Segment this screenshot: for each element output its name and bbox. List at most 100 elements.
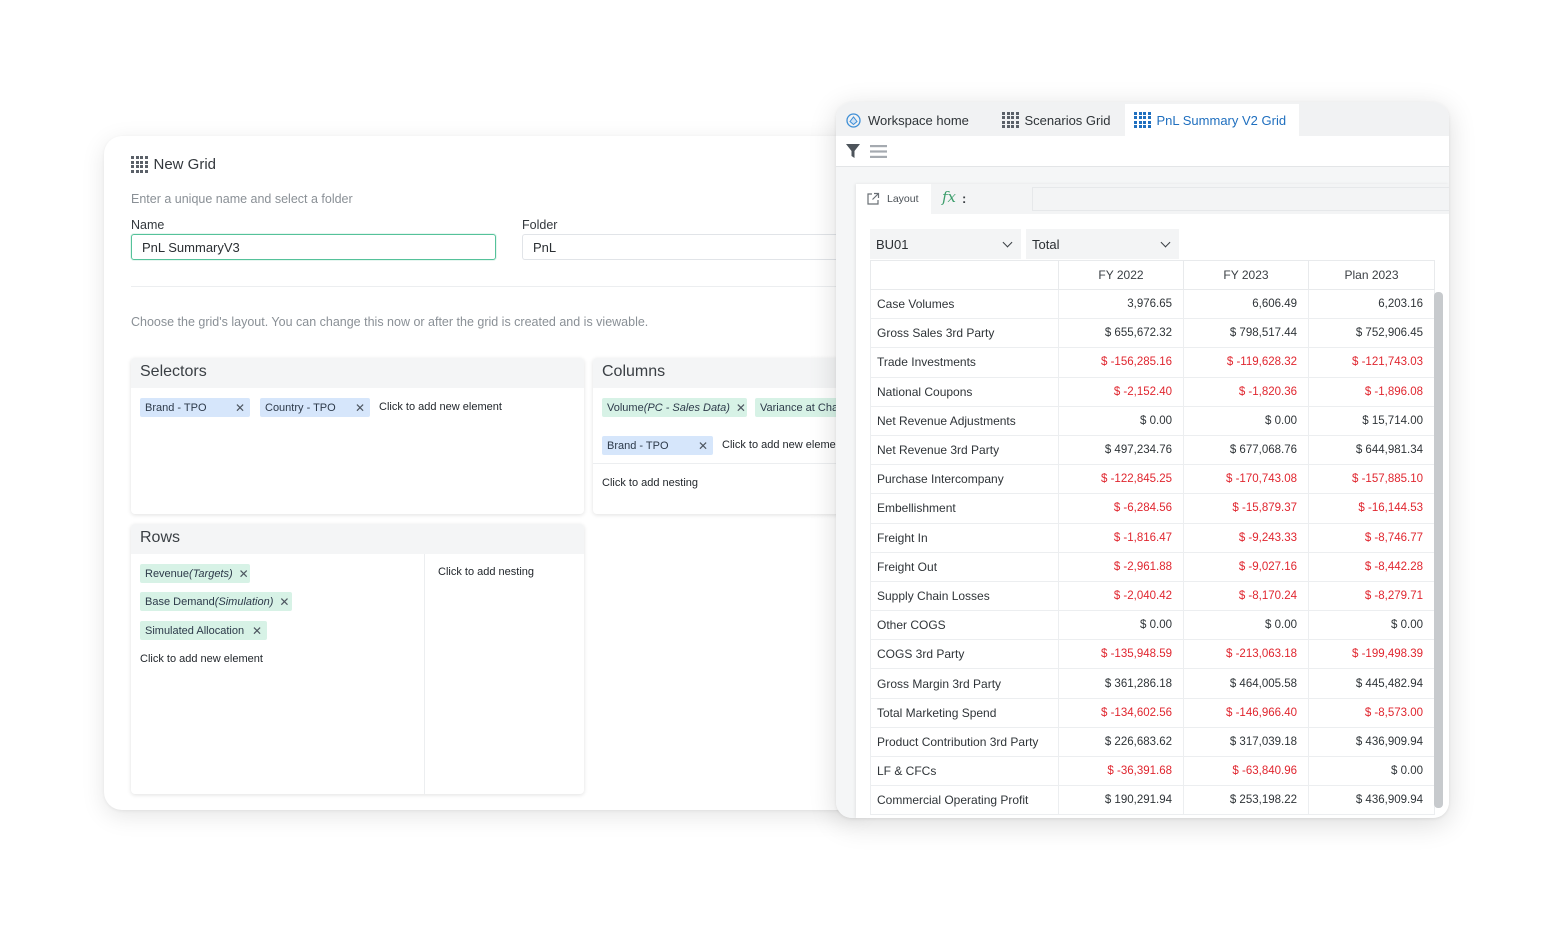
table-cell[interactable]: $ -2,152.40 bbox=[1058, 376, 1184, 407]
row-label[interactable]: COGS 3rd Party bbox=[870, 639, 1059, 670]
table-cell[interactable]: $ -1,816.47 bbox=[1058, 522, 1184, 553]
table-cell[interactable]: $ -8,170.24 bbox=[1183, 580, 1309, 612]
table-cell[interactable]: $ -1,820.36 bbox=[1183, 376, 1309, 407]
folder-input[interactable] bbox=[522, 234, 862, 260]
row-label[interactable]: Gross Sales 3rd Party bbox=[870, 318, 1059, 349]
table-cell[interactable]: $ 0.00 bbox=[1058, 610, 1184, 641]
columns-add-element[interactable]: Click to add new eleme bbox=[722, 439, 836, 451]
row-label[interactable]: LF & CFCs bbox=[870, 755, 1059, 787]
table-cell[interactable]: $ -36,391.68 bbox=[1058, 755, 1184, 787]
close-icon[interactable]: ✕ bbox=[279, 595, 289, 609]
table-cell[interactable]: $ -8,573.00 bbox=[1308, 697, 1435, 728]
table-cell[interactable]: $ 497,234.76 bbox=[1058, 434, 1184, 466]
table-cell[interactable]: $ -8,746.77 bbox=[1308, 522, 1435, 553]
row-chip-simulated-allocation[interactable]: Simulated Allocation ✕ bbox=[140, 621, 267, 640]
rows-add-nesting[interactable]: Click to add nesting bbox=[438, 566, 534, 578]
row-label[interactable]: Case Volumes bbox=[870, 288, 1059, 320]
close-icon[interactable]: ✕ bbox=[698, 439, 708, 453]
row-label[interactable]: Freight In bbox=[870, 522, 1059, 553]
table-cell[interactable]: $ 436,909.94 bbox=[1308, 785, 1435, 816]
rows-add-element[interactable]: Click to add new element bbox=[140, 653, 263, 665]
row-label[interactable]: Purchase Intercompany bbox=[870, 464, 1059, 495]
selectors-add-element[interactable]: Click to add new element bbox=[379, 401, 502, 413]
row-label[interactable]: Freight Out bbox=[870, 551, 1059, 582]
table-cell[interactable]: $ 798,517.44 bbox=[1183, 318, 1309, 349]
column-header[interactable]: FY 2023 bbox=[1183, 260, 1309, 290]
table-cell[interactable]: 6,203.16 bbox=[1308, 288, 1435, 320]
table-cell[interactable]: $ 0.00 bbox=[1308, 755, 1435, 787]
table-cell[interactable]: $ -119,628.32 bbox=[1183, 347, 1309, 378]
selector-chip-brand[interactable]: Brand - TPO ✕ bbox=[140, 398, 250, 417]
table-cell[interactable]: $ 226,683.62 bbox=[1058, 726, 1184, 758]
close-icon[interactable]: ✕ bbox=[239, 567, 249, 581]
close-icon[interactable]: ✕ bbox=[235, 401, 245, 415]
row-label[interactable]: Total Marketing Spend bbox=[870, 697, 1059, 728]
row-chip-base-demand[interactable]: Base Demand(Simulation) ✕ bbox=[140, 592, 292, 611]
table-cell[interactable]: $ -135,948.59 bbox=[1058, 639, 1184, 670]
tab-scenarios-grid[interactable]: Scenarios Grid bbox=[993, 104, 1124, 136]
table-cell[interactable]: $ -213,063.18 bbox=[1183, 639, 1309, 670]
table-cell[interactable]: $ 0.00 bbox=[1183, 405, 1309, 436]
table-cell[interactable]: $ 190,291.94 bbox=[1058, 785, 1184, 816]
row-label[interactable]: Embellishment bbox=[870, 493, 1059, 524]
menu-icon[interactable] bbox=[870, 144, 887, 159]
table-cell[interactable]: $ -9,027.16 bbox=[1183, 551, 1309, 582]
vertical-scrollbar[interactable] bbox=[1434, 292, 1443, 808]
table-cell[interactable]: $ -1,896.08 bbox=[1308, 376, 1435, 407]
row-label[interactable]: Commercial Operating Profit bbox=[870, 785, 1059, 816]
row-label[interactable]: Gross Margin 3rd Party bbox=[870, 668, 1059, 699]
table-cell[interactable]: $ -15,879.37 bbox=[1183, 493, 1309, 524]
table-cell[interactable]: $ 677,068.76 bbox=[1183, 434, 1309, 466]
table-cell[interactable]: $ -8,279.71 bbox=[1308, 580, 1435, 612]
table-cell[interactable]: $ -156,285.16 bbox=[1058, 347, 1184, 378]
table-cell[interactable]: $ 0.00 bbox=[1308, 610, 1435, 641]
column-header[interactable]: Plan 2023 bbox=[1308, 260, 1435, 290]
table-cell[interactable]: $ 436,909.94 bbox=[1308, 726, 1435, 758]
table-cell[interactable]: $ -170,743.08 bbox=[1183, 464, 1309, 495]
filter-icon[interactable] bbox=[845, 143, 861, 160]
tab-pnl-summary-v2-grid[interactable]: PnL Summary V2 Grid bbox=[1125, 104, 1299, 136]
columns-add-nesting[interactable]: Click to add nesting bbox=[602, 477, 698, 489]
row-label[interactable]: Net Revenue 3rd Party bbox=[870, 434, 1059, 466]
table-cell[interactable]: $ -134,602.56 bbox=[1058, 697, 1184, 728]
table-cell[interactable]: $ 317,039.18 bbox=[1183, 726, 1309, 758]
table-cell[interactable]: $ -63,840.96 bbox=[1183, 755, 1309, 787]
tab-workspace-home[interactable]: Workspace home bbox=[836, 104, 986, 136]
table-cell[interactable]: $ 464,005.58 bbox=[1183, 668, 1309, 699]
table-cell[interactable]: 3,976.65 bbox=[1058, 288, 1184, 320]
table-cell[interactable]: $ 0.00 bbox=[1183, 610, 1309, 641]
row-label[interactable]: Supply Chain Losses bbox=[870, 580, 1059, 612]
formula-input[interactable] bbox=[1032, 187, 1449, 211]
column-header[interactable]: FY 2022 bbox=[1058, 260, 1184, 290]
table-cell[interactable]: 6,606.49 bbox=[1183, 288, 1309, 320]
layout-button[interactable]: Layout bbox=[856, 184, 931, 214]
table-cell[interactable]: $ -8,442.28 bbox=[1308, 551, 1435, 582]
row-label[interactable]: Product Contribution 3rd Party bbox=[870, 726, 1059, 758]
table-cell[interactable]: $ -2,961.88 bbox=[1058, 551, 1184, 582]
table-cell[interactable]: $ -6,284.56 bbox=[1058, 493, 1184, 524]
table-cell[interactable]: $ 655,672.32 bbox=[1058, 318, 1184, 349]
row-label[interactable]: Net Revenue Adjustments bbox=[870, 405, 1059, 436]
table-cell[interactable]: $ -199,498.39 bbox=[1308, 639, 1435, 670]
row-label[interactable]: Other COGS bbox=[870, 610, 1059, 641]
table-cell[interactable]: $ -2,040.42 bbox=[1058, 580, 1184, 612]
table-cell[interactable]: $ 253,198.22 bbox=[1183, 785, 1309, 816]
close-icon[interactable]: ✕ bbox=[355, 401, 365, 415]
bu-selector[interactable]: BU01 bbox=[870, 229, 1021, 259]
table-cell[interactable]: $ 15,714.00 bbox=[1308, 405, 1435, 436]
table-cell[interactable]: $ -146,966.40 bbox=[1183, 697, 1309, 728]
table-cell[interactable]: $ 752,906.45 bbox=[1308, 318, 1435, 349]
column-chip-volume[interactable]: Volume(PC - Sales Data) ✕ bbox=[602, 398, 747, 417]
table-cell[interactable]: $ -121,743.03 bbox=[1308, 347, 1435, 378]
table-cell[interactable]: $ -122,845.25 bbox=[1058, 464, 1184, 495]
close-icon[interactable]: ✕ bbox=[252, 624, 262, 638]
row-label[interactable]: Trade Investments bbox=[870, 347, 1059, 378]
row-chip-revenue[interactable]: Revenue(Targets) ✕ bbox=[140, 564, 250, 583]
table-cell[interactable]: $ 361,286.18 bbox=[1058, 668, 1184, 699]
selector-chip-country[interactable]: Country - TPO ✕ bbox=[260, 398, 370, 417]
formula-icon[interactable]: fx bbox=[942, 188, 956, 206]
table-cell[interactable]: $ 644,981.34 bbox=[1308, 434, 1435, 466]
table-cell[interactable]: $ -9,243.33 bbox=[1183, 522, 1309, 553]
column-chip-brand[interactable]: Brand - TPO ✕ bbox=[602, 436, 713, 455]
close-icon[interactable]: ✕ bbox=[736, 401, 746, 415]
